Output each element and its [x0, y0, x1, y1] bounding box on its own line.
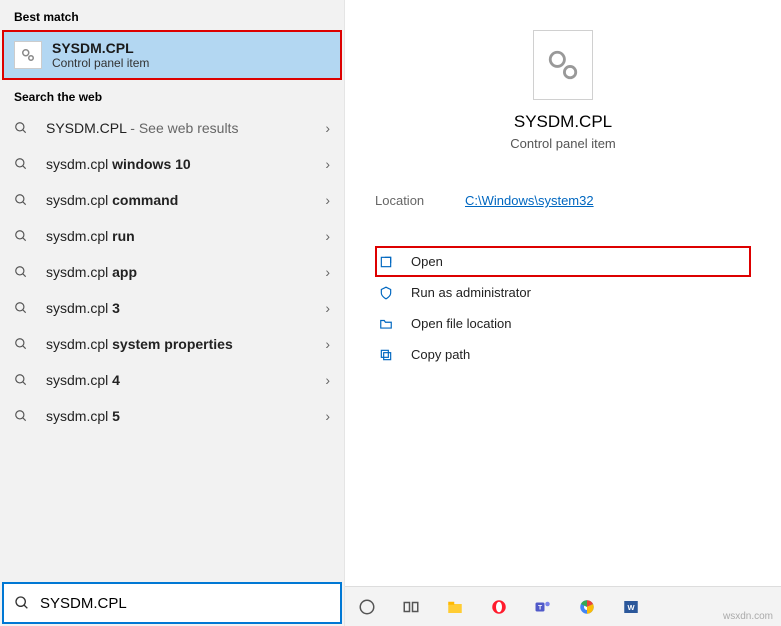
result-row[interactable]: sysdm.cpl 3› — [0, 290, 344, 326]
chevron-right-icon: › — [325, 120, 330, 136]
result-row[interactable]: sysdm.cpl command› — [0, 182, 344, 218]
action-loc-label: Open file location — [411, 316, 511, 331]
action-copy-label: Copy path — [411, 347, 470, 362]
cpl-icon — [14, 41, 42, 69]
taskview-icon[interactable] — [397, 593, 425, 621]
word-icon[interactable]: W — [617, 593, 645, 621]
result-text: sysdm.cpl 3 — [46, 300, 325, 316]
chevron-right-icon: › — [325, 192, 330, 208]
watermark: wsxdn.com — [723, 611, 773, 622]
result-text: sysdm.cpl windows 10 — [46, 156, 325, 172]
search-bar[interactable] — [2, 582, 342, 624]
open-icon — [379, 255, 397, 269]
result-text: sysdm.cpl system properties — [46, 336, 325, 352]
best-match-title: SYSDM.CPL — [52, 40, 149, 56]
best-match-sub: Control panel item — [52, 56, 149, 70]
result-text: sysdm.cpl command — [46, 192, 325, 208]
result-text: sysdm.cpl run — [46, 228, 325, 244]
chevron-right-icon: › — [325, 300, 330, 316]
search-icon — [14, 301, 34, 315]
action-admin-label: Run as administrator — [411, 285, 531, 300]
taskbar: T W — [345, 586, 781, 626]
result-row[interactable]: sysdm.cpl 4› — [0, 362, 344, 398]
search-input[interactable] — [40, 595, 330, 612]
result-text: SYSDM.CPL - See web results — [46, 120, 325, 136]
result-text: sysdm.cpl app — [46, 264, 325, 280]
search-icon — [14, 373, 34, 387]
chevron-right-icon: › — [325, 408, 330, 424]
search-icon — [14, 229, 34, 243]
preview-cpl-icon — [533, 30, 593, 100]
chrome-icon[interactable] — [573, 593, 601, 621]
cortana-icon[interactable] — [353, 593, 381, 621]
svg-text:W: W — [627, 603, 635, 612]
location-label: Location — [375, 193, 465, 208]
result-row[interactable]: sysdm.cpl windows 10› — [0, 146, 344, 182]
results-list: SYSDM.CPL - See web results›sysdm.cpl wi… — [0, 110, 344, 580]
best-match-item[interactable]: SYSDM.CPL Control panel item — [2, 30, 342, 80]
preview-pane: SYSDM.CPL Control panel item — [375, 20, 751, 171]
location-link[interactable]: C:\Windows\system32 — [465, 193, 594, 208]
action-open-label: Open — [411, 254, 443, 269]
chevron-right-icon: › — [325, 264, 330, 280]
result-row[interactable]: sysdm.cpl system properties› — [0, 326, 344, 362]
chevron-right-icon: › — [325, 156, 330, 172]
result-text: sysdm.cpl 4 — [46, 372, 325, 388]
result-row[interactable]: sysdm.cpl run› — [0, 218, 344, 254]
result-row[interactable]: SYSDM.CPL - See web results› — [0, 110, 344, 146]
location-row: Location C:\Windows\system32 — [375, 171, 751, 226]
shield-icon — [379, 286, 397, 300]
best-match-label: Best match — [0, 0, 344, 30]
action-open[interactable]: Open — [375, 246, 751, 277]
action-copy-path[interactable]: Copy path — [375, 339, 751, 370]
result-text: sysdm.cpl 5 — [46, 408, 325, 424]
folder-icon — [379, 317, 397, 331]
search-icon — [14, 121, 34, 135]
search-icon — [14, 595, 30, 611]
explorer-icon[interactable] — [441, 593, 469, 621]
copy-icon — [379, 348, 397, 362]
search-icon — [14, 157, 34, 171]
search-icon — [14, 193, 34, 207]
preview-sub: Control panel item — [375, 136, 751, 151]
chevron-right-icon: › — [325, 372, 330, 388]
chevron-right-icon: › — [325, 336, 330, 352]
preview-title: SYSDM.CPL — [375, 112, 751, 132]
opera-icon[interactable] — [485, 593, 513, 621]
search-icon — [14, 337, 34, 351]
action-run-admin[interactable]: Run as administrator — [375, 277, 751, 308]
chevron-right-icon: › — [325, 228, 330, 244]
action-open-location[interactable]: Open file location — [375, 308, 751, 339]
search-icon — [14, 265, 34, 279]
search-icon — [14, 409, 34, 423]
result-row[interactable]: sysdm.cpl 5› — [0, 398, 344, 434]
teams-icon[interactable]: T — [529, 593, 557, 621]
result-row[interactable]: sysdm.cpl app› — [0, 254, 344, 290]
search-web-label: Search the web — [0, 80, 344, 110]
